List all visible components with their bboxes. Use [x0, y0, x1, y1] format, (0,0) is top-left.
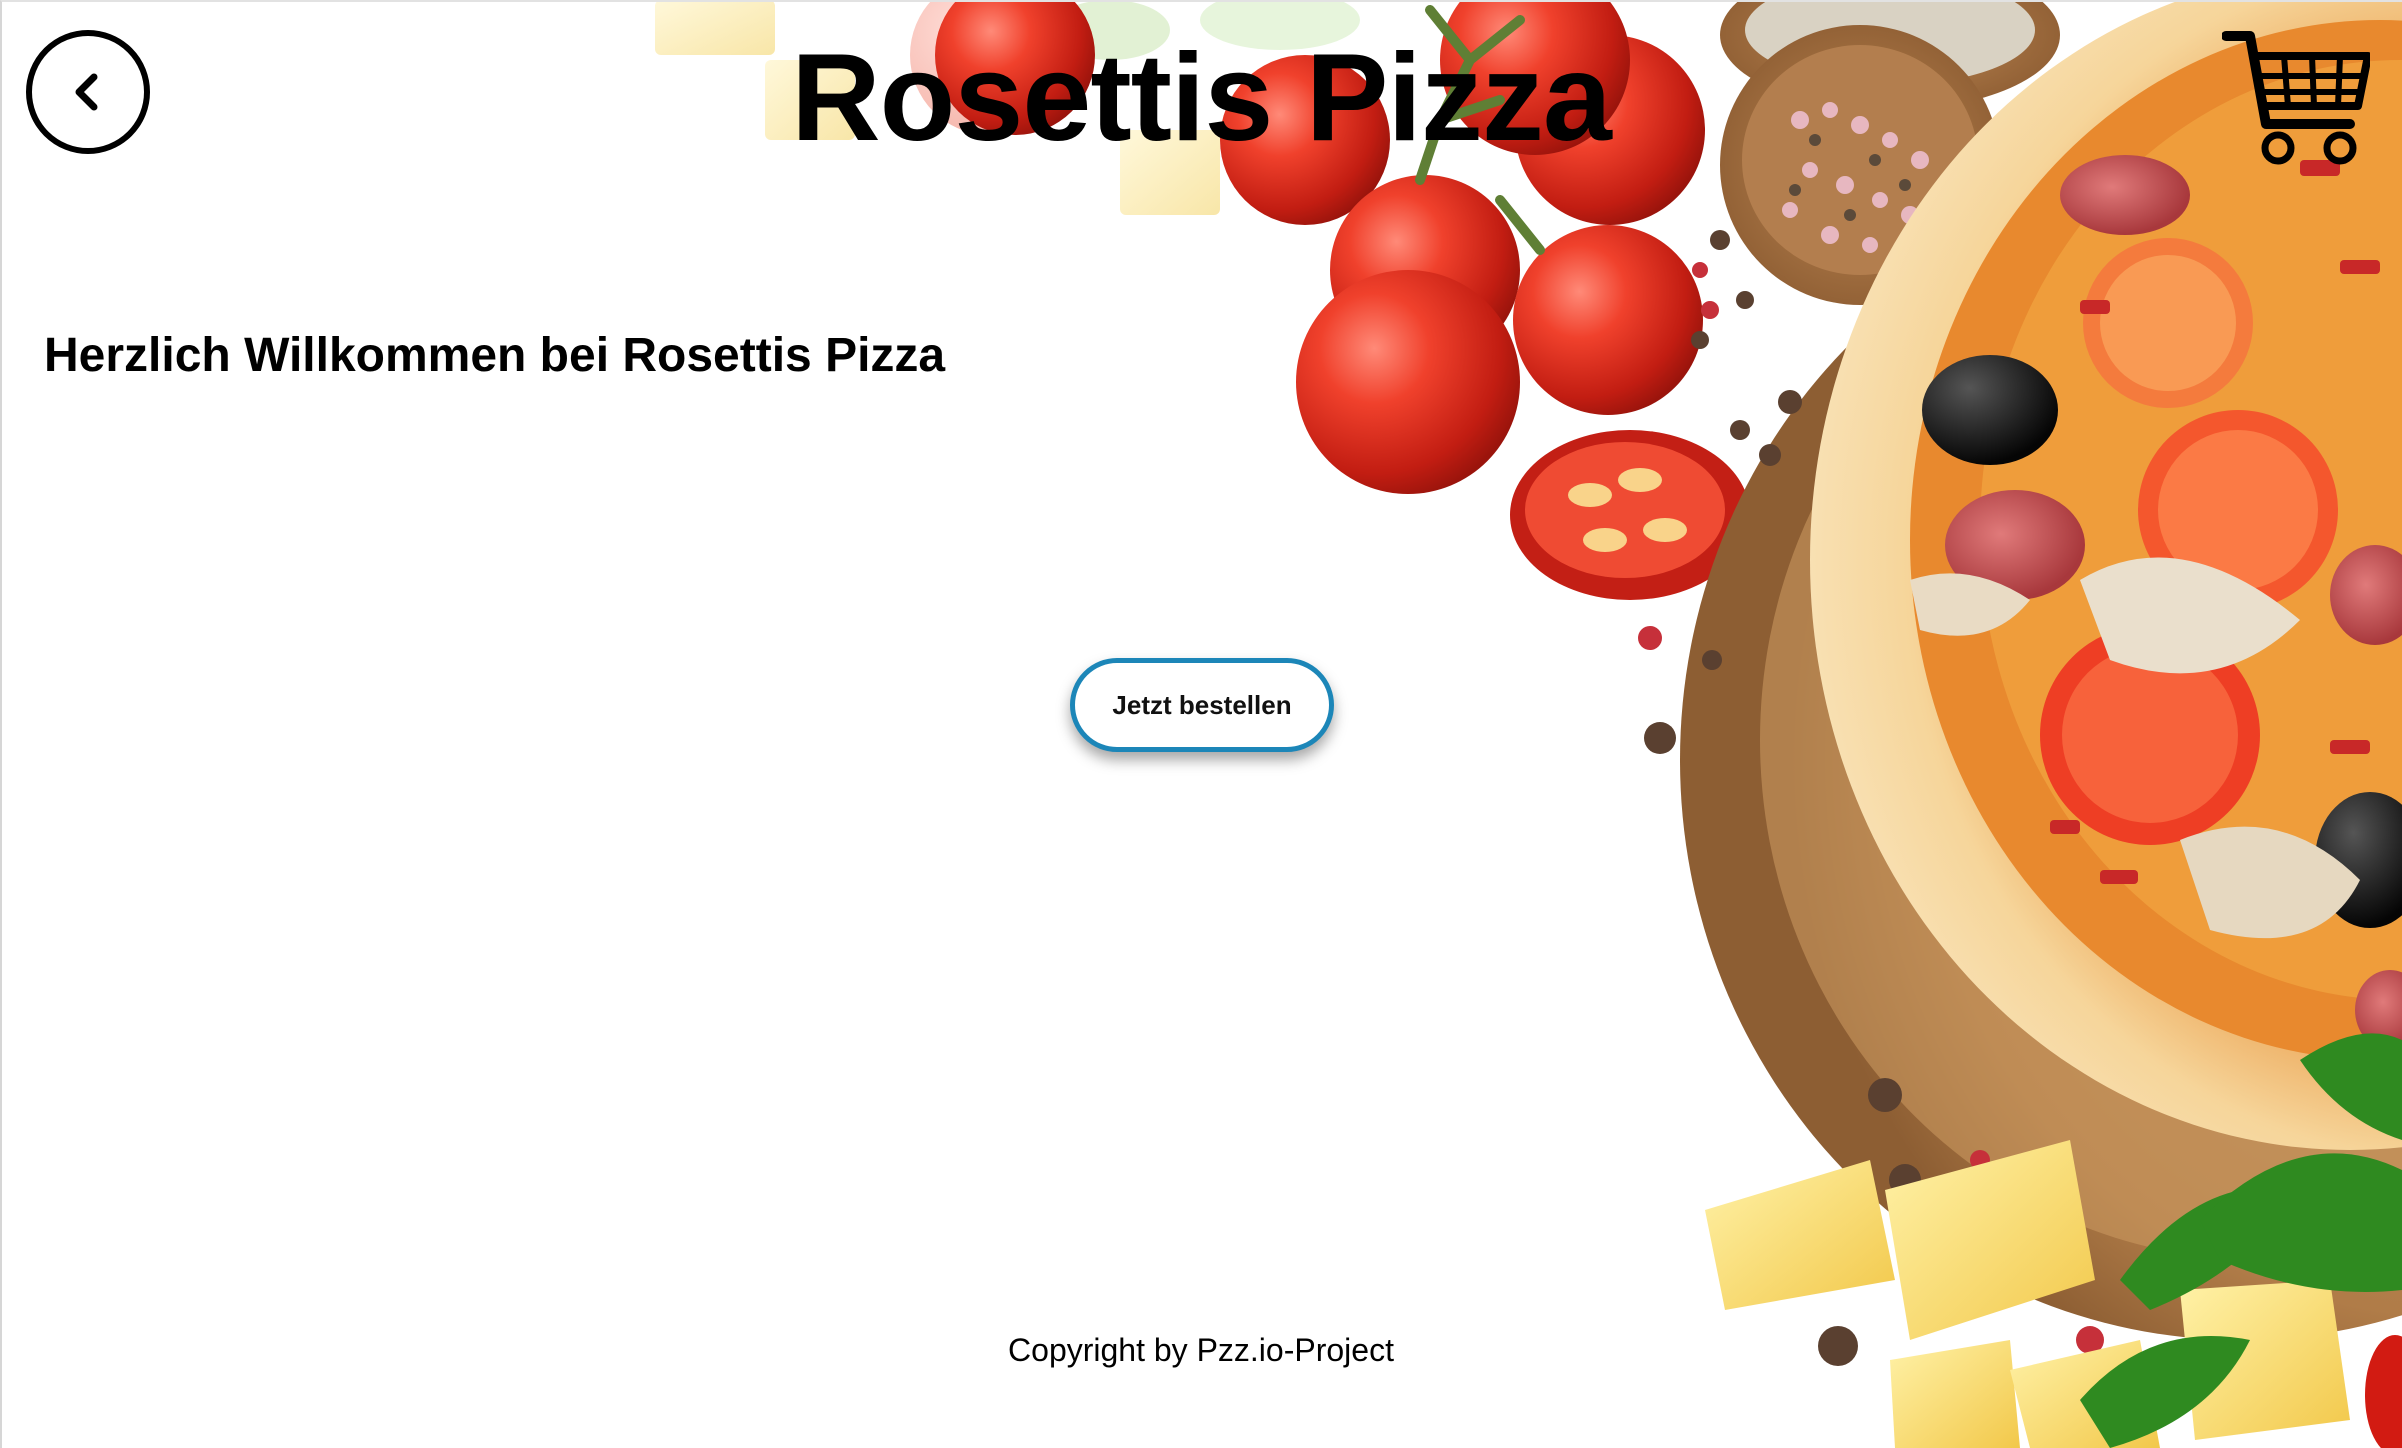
cart-button[interactable]	[2221, 28, 2372, 168]
shopping-cart-icon	[2221, 31, 2372, 165]
copyright-footer: Copyright by Pzz.io-Project	[1008, 1332, 1394, 1368]
order-now-button[interactable]: Jetzt bestellen	[1070, 658, 1334, 752]
start-page: Rosettis Pizza Herzlich Willkommen bei R…	[0, 0, 2402, 1448]
page-title: Rosettis Pizza	[791, 29, 1612, 167]
welcome-heading: Herzlich Willkommen bei Rosettis Pizza	[44, 329, 946, 382]
